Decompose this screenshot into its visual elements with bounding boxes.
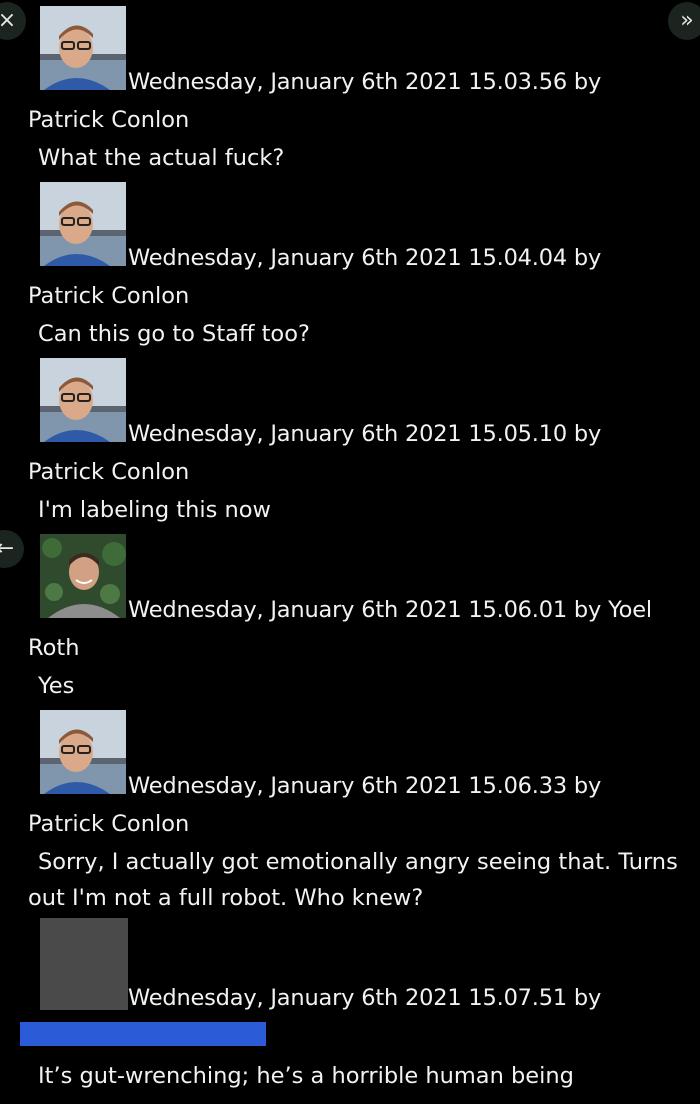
message-timestamp: Wednesday, January 6th 2021 15.06.01 by … xyxy=(128,597,652,623)
message-timestamp: Wednesday, January 6th 2021 15.05.10 by xyxy=(128,421,602,447)
redacted-author-bar xyxy=(20,1022,266,1046)
message-author: Patrick Conlon xyxy=(28,811,190,837)
close-icon: × xyxy=(0,8,17,33)
arrow-left-icon: ← xyxy=(0,536,15,561)
message-text: Can this go to Staff too? xyxy=(38,321,310,347)
message-text: It’s gut-wrenching; he’s a horrible huma… xyxy=(38,1063,574,1089)
avatar xyxy=(40,710,126,794)
next-image-button[interactable]: » xyxy=(668,2,700,40)
message-author: Patrick Conlon xyxy=(28,459,190,485)
avatar xyxy=(40,6,126,90)
avatar xyxy=(40,534,126,618)
message-timestamp: Wednesday, January 6th 2021 15.06.33 by xyxy=(128,773,602,799)
message-text: I'm labeling this now xyxy=(38,497,271,523)
message-author: Patrick Conlon xyxy=(28,107,190,133)
message-timestamp: Wednesday, January 6th 2021 15.03.56 by xyxy=(128,69,602,95)
message-author: Roth xyxy=(28,635,80,661)
message-timestamp: Wednesday, January 6th 2021 15.07.51 by xyxy=(128,985,602,1011)
redacted-avatar xyxy=(40,918,128,1010)
message-author: Patrick Conlon xyxy=(28,283,190,309)
message-text: Yes xyxy=(38,673,75,699)
message-text: What the actual fuck? xyxy=(38,145,285,171)
message-text-line-1: Sorry, I actually got emotionally angry … xyxy=(38,849,678,875)
previous-image-button[interactable]: ← xyxy=(0,530,24,568)
avatar xyxy=(40,182,126,266)
message-text-line-2: out I'm not a full robot. Who knew? xyxy=(28,885,424,911)
message-timestamp: Wednesday, January 6th 2021 15.04.04 by xyxy=(128,245,602,271)
double-chevron-right-icon: » xyxy=(680,8,694,33)
close-button[interactable]: × xyxy=(0,2,26,40)
avatar xyxy=(40,358,126,442)
